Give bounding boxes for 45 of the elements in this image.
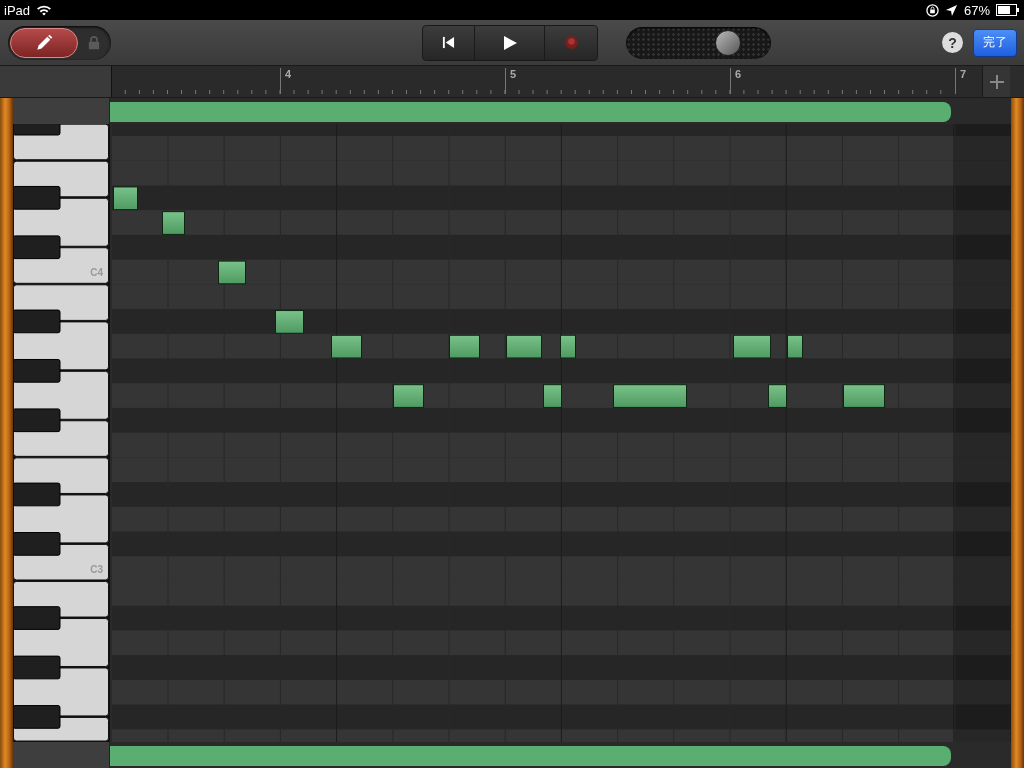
note-block[interactable] xyxy=(768,384,787,408)
sharp-key[interactable] xyxy=(13,655,61,680)
lock-icon xyxy=(87,35,100,50)
bar-number: 6 xyxy=(730,68,742,94)
add-section-button[interactable] xyxy=(982,66,1010,97)
volume-knob[interactable] xyxy=(715,29,742,56)
sharp-key[interactable] xyxy=(13,408,61,433)
note-block[interactable] xyxy=(506,334,542,359)
pencil-icon xyxy=(34,32,54,53)
note-block[interactable] xyxy=(113,186,138,211)
play-icon xyxy=(501,34,518,51)
key-label: C3 xyxy=(90,563,103,575)
battery-icon xyxy=(996,4,1020,16)
note-block[interactable] xyxy=(331,334,362,359)
bar-number: 7 xyxy=(955,68,967,94)
bar-number: 4 xyxy=(280,68,292,94)
plus-icon xyxy=(989,74,1004,89)
note-block[interactable] xyxy=(162,211,185,235)
sharp-key[interactable] xyxy=(13,309,61,334)
note-block[interactable] xyxy=(449,334,480,359)
wifi-icon xyxy=(36,4,53,16)
note-block[interactable] xyxy=(787,334,803,359)
note-block[interactable] xyxy=(843,384,885,408)
help-button[interactable]: ? xyxy=(942,32,963,53)
skip-back-icon xyxy=(442,36,455,49)
device-name: iPad xyxy=(4,2,31,18)
note-block[interactable] xyxy=(275,310,304,334)
note-block[interactable] xyxy=(218,260,246,285)
bar-number: 5 xyxy=(505,68,517,94)
volume-slider[interactable] xyxy=(626,26,771,59)
note-block[interactable] xyxy=(613,384,687,408)
key-label: C4 xyxy=(90,266,103,278)
note-block[interactable] xyxy=(393,384,424,408)
rotation-lock-icon xyxy=(925,3,939,17)
note-block[interactable] xyxy=(543,384,562,408)
record-icon xyxy=(564,36,578,49)
done-button[interactable]: 完了 xyxy=(973,28,1017,57)
note-block[interactable] xyxy=(560,334,576,359)
pencil-button[interactable] xyxy=(10,27,78,58)
sharp-key[interactable] xyxy=(13,235,61,260)
sharp-key[interactable] xyxy=(13,185,61,210)
note-block[interactable] xyxy=(733,334,771,359)
location-arrow-icon xyxy=(944,3,958,17)
battery-percentage: 67% xyxy=(963,2,990,18)
sharp-key[interactable] xyxy=(13,482,61,507)
